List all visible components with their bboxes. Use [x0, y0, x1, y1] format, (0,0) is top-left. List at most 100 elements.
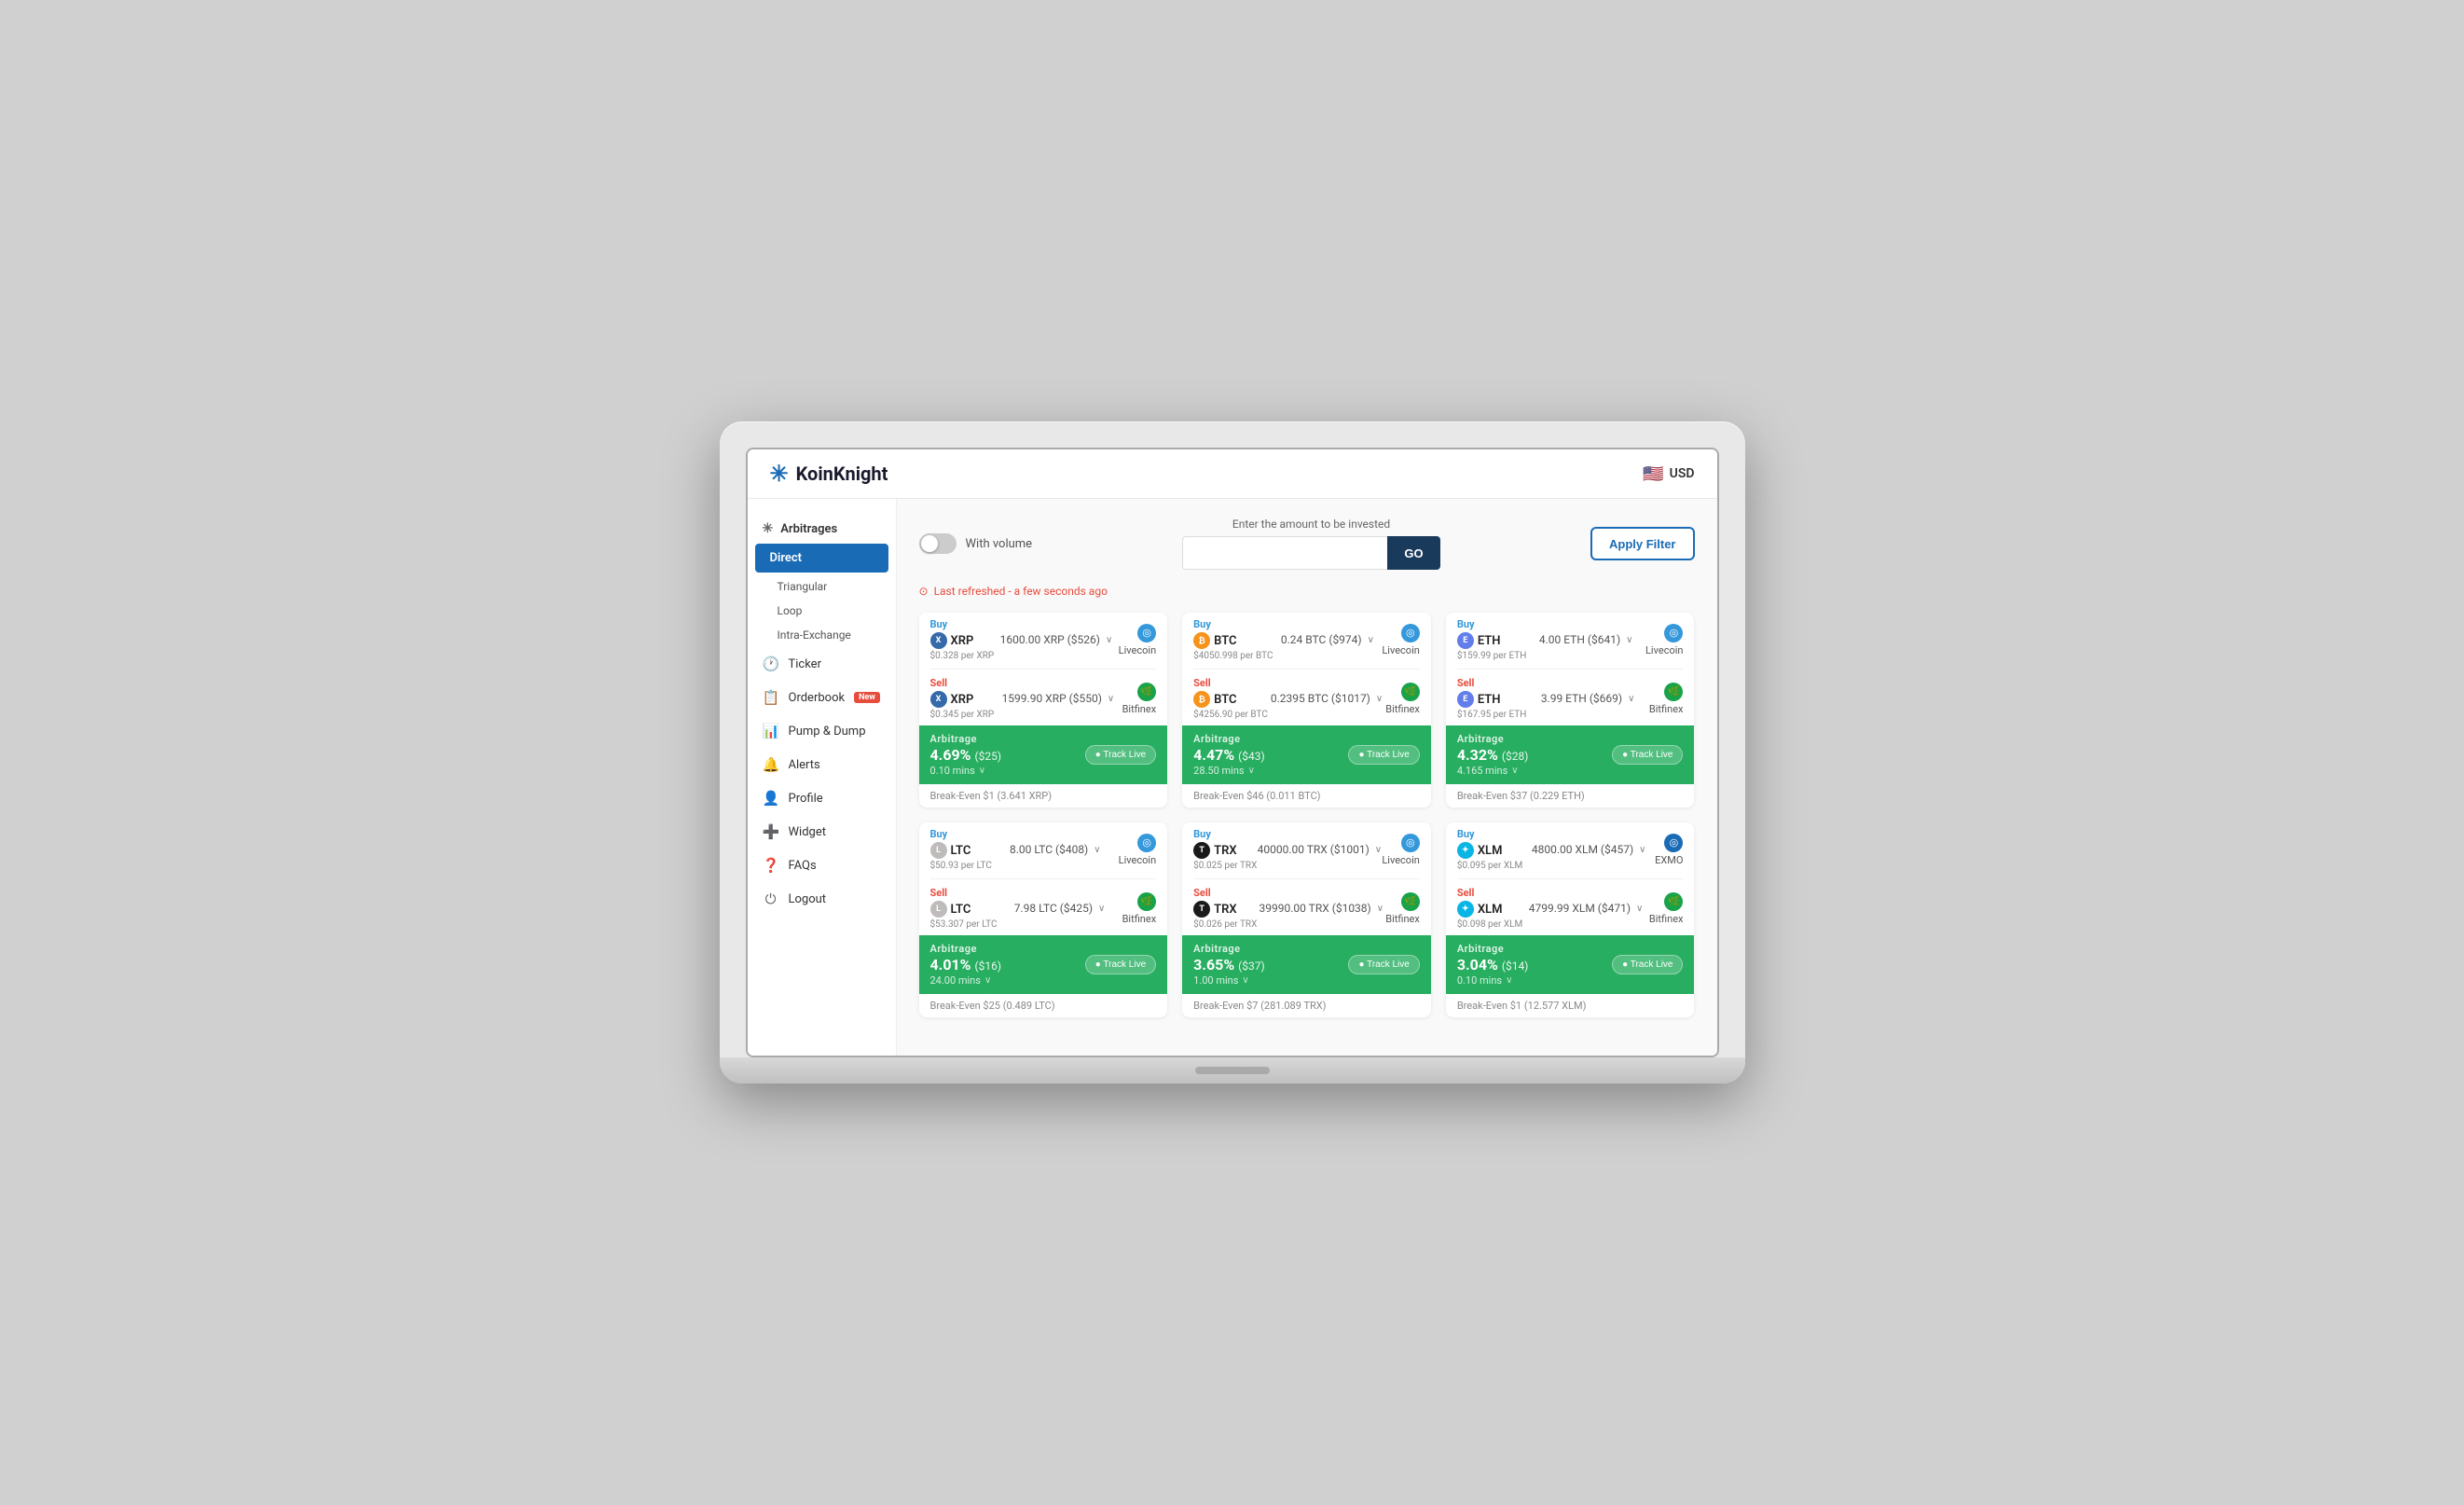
- flag-icon: 🇺🇸: [1643, 464, 1663, 484]
- buy-coin-icon: T: [1193, 842, 1210, 859]
- sell-chevron[interactable]: ∨: [1098, 904, 1105, 914]
- sell-coin-icon: E: [1457, 691, 1474, 708]
- sell-exchange-icon: 🌿: [1401, 892, 1420, 911]
- arb-label: Arbitrage: [930, 733, 1002, 745]
- buy-price: $0.025 per TRX: [1193, 861, 1257, 871]
- arb-time: 0.10 mins: [1457, 974, 1502, 987]
- sell-left: Sell ✦ XLM $0.098 per XLM: [1457, 887, 1522, 930]
- track-live-button[interactable]: ● Track Live: [1348, 955, 1419, 974]
- sell-left: Sell L LTC $53.307 per LTC: [930, 887, 998, 930]
- buy-amount: 8.00 LTC ($408): [1010, 843, 1088, 856]
- investment-input[interactable]: [1182, 536, 1387, 570]
- arb-time-chevron: ∨: [1242, 975, 1248, 986]
- sell-right: 🌿 Bitfinex: [1122, 892, 1157, 925]
- buy-price: $50.93 per LTC: [930, 861, 992, 871]
- sidebar-item-widget[interactable]: ➕ Widget: [748, 815, 896, 849]
- arb-footer: Arbitrage 4.47% ($43) 28.50 mins ∨ ● Tra…: [1182, 725, 1431, 784]
- last-refreshed: ⊙ Last refreshed - a few seconds ago: [919, 585, 1695, 598]
- arb-amount: ($14): [1502, 960, 1529, 973]
- logo-text: KoinKnight: [796, 463, 888, 485]
- track-live-button[interactable]: ● Track Live: [1612, 955, 1683, 974]
- buy-chevron[interactable]: ∨: [1639, 845, 1645, 855]
- sell-exchange-name: Bitfinex: [1649, 703, 1684, 715]
- buy-row: Buy E ETH $159.99 per ETH 4.00 ETH ($641…: [1446, 613, 1695, 667]
- sell-right: 🌿 Bitfinex: [1122, 683, 1157, 715]
- volume-toggle[interactable]: [919, 533, 957, 554]
- volume-toggle-container: With volume: [919, 533, 1033, 554]
- buy-right: ◎ Livecoin: [1119, 834, 1156, 866]
- arb-footer: Arbitrage 4.01% ($16) 24.00 mins ∨ ● Tra…: [919, 935, 1168, 994]
- track-live-button[interactable]: ● Track Live: [1348, 745, 1419, 765]
- sidebar-item-loop[interactable]: Loop: [748, 599, 896, 623]
- sell-right: 🌿 Bitfinex: [1649, 892, 1684, 925]
- buy-exchange-icon: ◎: [1137, 624, 1156, 642]
- arb-amount: ($28): [1502, 750, 1529, 763]
- ticker-icon: 🕐: [763, 656, 779, 672]
- sell-coin-icon: X: [930, 691, 947, 708]
- sell-exchange-icon: 🌿: [1664, 892, 1683, 911]
- sidebar-item-logout[interactable]: ⏻ Logout: [748, 882, 896, 916]
- buy-row: Buy ✦ XLM $0.095 per XLM 4800.00 XLM ($4…: [1446, 822, 1695, 877]
- arb-percent: 3.04%: [1457, 956, 1498, 973]
- card-divider: [1457, 669, 1684, 670]
- buy-left: Buy T TRX $0.025 per TRX: [1193, 828, 1257, 871]
- arb-footer: Arbitrage 3.04% ($14) 0.10 mins ∨ ● Trac…: [1446, 935, 1695, 994]
- sell-coin-icon: ₿: [1193, 691, 1210, 708]
- sell-chevron[interactable]: ∨: [1377, 904, 1383, 914]
- sell-price: $167.95 per ETH: [1457, 710, 1527, 720]
- sell-action: Sell: [1193, 887, 1257, 899]
- buy-coin-icon: ₿: [1193, 632, 1210, 649]
- arb-info: Arbitrage 4.69% ($25) 0.10 mins ∨: [930, 733, 1002, 777]
- sidebar-item-pump-dump[interactable]: 📊 Pump & Dump: [748, 714, 896, 748]
- sidebar-item-profile[interactable]: 👤 Profile: [748, 781, 896, 815]
- sidebar-item-intra-exchange[interactable]: Intra-Exchange: [748, 623, 896, 647]
- buy-amount: 4800.00 XLM ($457): [1532, 843, 1633, 856]
- sell-coin-label: XLM: [1478, 903, 1503, 917]
- sidebar-item-direct[interactable]: Direct: [755, 544, 888, 573]
- buy-exchange-icon: ◎: [1664, 624, 1683, 642]
- sell-pair: X XRP: [930, 691, 995, 708]
- sell-chevron[interactable]: ∨: [1636, 904, 1643, 914]
- sidebar-item-orderbook[interactable]: 📋 Orderbook New: [748, 681, 896, 714]
- sell-row: Sell T TRX $0.026 per TRX 39990.00 TRX (…: [1182, 881, 1431, 935]
- buy-right: ◎ Livecoin: [1645, 624, 1683, 656]
- investment-section: Enter the amount to be invested GO: [1047, 518, 1576, 570]
- track-live-button[interactable]: ● Track Live: [1612, 745, 1683, 765]
- buy-chevron[interactable]: ∨: [1368, 635, 1374, 645]
- currency-badge[interactable]: 🇺🇸 USD: [1643, 464, 1694, 484]
- buy-chevron[interactable]: ∨: [1626, 635, 1632, 645]
- go-button[interactable]: GO: [1387, 536, 1439, 570]
- sell-exchange-icon: 🌿: [1137, 683, 1156, 701]
- faqs-icon: ❓: [763, 857, 779, 874]
- buy-right: ◎ Livecoin: [1382, 624, 1419, 656]
- buy-action: Buy: [1193, 828, 1257, 840]
- sell-chevron[interactable]: ∨: [1628, 694, 1634, 704]
- track-live-button[interactable]: ● Track Live: [1085, 955, 1156, 974]
- sell-action: Sell: [930, 887, 998, 899]
- buy-right: ◎ Livecoin: [1382, 834, 1419, 866]
- sell-chevron[interactable]: ∨: [1376, 694, 1383, 704]
- sell-chevron[interactable]: ∨: [1108, 694, 1114, 704]
- sidebar-item-faqs[interactable]: ❓ FAQs: [748, 849, 896, 882]
- sell-coin-label: TRX: [1214, 903, 1236, 917]
- track-live-button[interactable]: ● Track Live: [1085, 745, 1156, 765]
- sidebar-item-triangular[interactable]: Triangular: [748, 574, 896, 599]
- buy-chevron[interactable]: ∨: [1094, 845, 1100, 855]
- buy-amount: 40000.00 TRX ($1001): [1258, 843, 1370, 856]
- sidebar-item-ticker[interactable]: 🕐 Ticker: [748, 647, 896, 681]
- volume-toggle-label: With volume: [966, 537, 1033, 551]
- arbitrages-icon: ✳: [763, 521, 774, 536]
- buy-exchange-icon: ◎: [1401, 834, 1420, 852]
- cards-grid: Buy X XRP $0.328 per XRP 1600.00 XRP ($5…: [919, 613, 1695, 1017]
- arb-footer: Arbitrage 4.32% ($28) 4.165 mins ∨ ● Tra…: [1446, 725, 1695, 784]
- apply-filter-button[interactable]: Apply Filter: [1590, 527, 1695, 560]
- buy-pair: ₿ BTC: [1193, 632, 1273, 649]
- buy-chevron[interactable]: ∨: [1106, 635, 1112, 645]
- buy-chevron[interactable]: ∨: [1375, 845, 1382, 855]
- sidebar-item-alerts[interactable]: 🔔 Alerts: [748, 748, 896, 781]
- buy-price: $0.095 per XLM: [1457, 861, 1522, 871]
- arb-card-5: Buy ✦ XLM $0.095 per XLM 4800.00 XLM ($4…: [1446, 822, 1695, 1017]
- arb-amount: ($16): [975, 960, 1002, 973]
- arb-percent: 4.47%: [1193, 746, 1234, 764]
- breakeven: Break-Even $37 (0.229 ETH): [1446, 784, 1695, 808]
